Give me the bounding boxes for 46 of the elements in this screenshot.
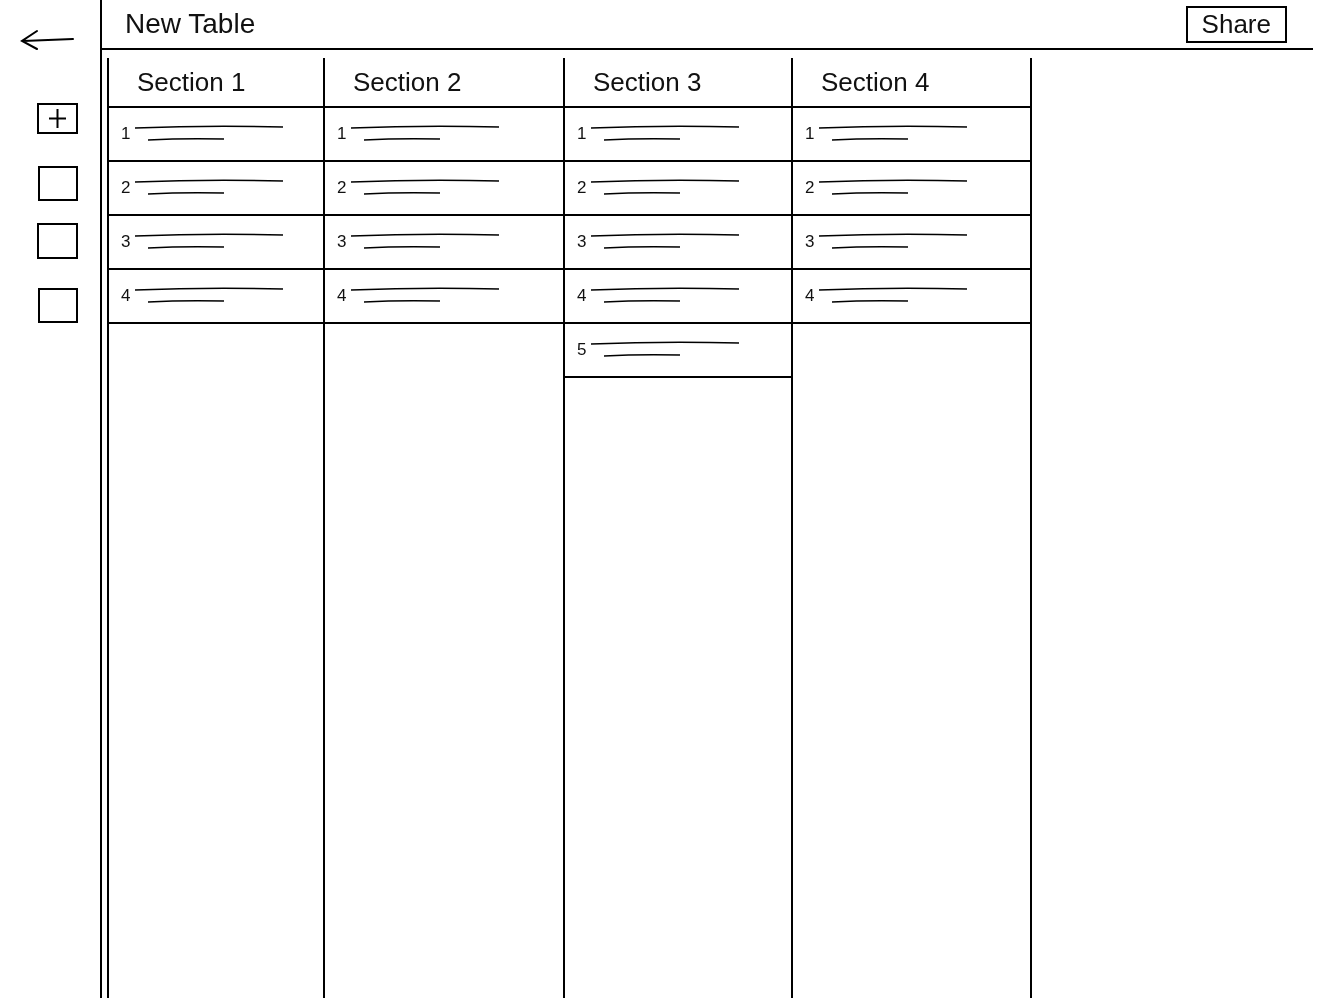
row-number: 5 bbox=[577, 339, 587, 362]
text-lines-icon bbox=[590, 340, 741, 360]
text-lines-icon bbox=[818, 124, 969, 144]
text-lines-icon bbox=[590, 232, 741, 252]
text-lines-icon bbox=[818, 232, 969, 252]
row-number: 2 bbox=[121, 177, 131, 200]
text-lines-icon bbox=[590, 286, 741, 306]
square-icon[interactable] bbox=[38, 288, 78, 323]
share-button[interactable]: Share bbox=[1185, 5, 1287, 43]
text-lines-icon bbox=[134, 232, 285, 252]
column-header: Section 4 bbox=[821, 65, 930, 99]
text-lines-icon bbox=[590, 124, 741, 144]
column-header: Section 3 bbox=[593, 65, 702, 99]
row-number: 4 bbox=[805, 285, 815, 308]
column-header: Section 1 bbox=[137, 65, 246, 99]
text-lines-icon bbox=[818, 286, 969, 306]
back-arrow-icon bbox=[19, 29, 75, 51]
column-header: Section 2 bbox=[353, 65, 462, 99]
text-lines-icon bbox=[350, 124, 501, 144]
text-lines-icon bbox=[818, 178, 969, 198]
row-number: 4 bbox=[121, 285, 131, 308]
row-number: 3 bbox=[805, 231, 815, 254]
square-icon[interactable] bbox=[38, 166, 78, 201]
text-lines-icon bbox=[590, 178, 741, 198]
page-title: New Table bbox=[125, 7, 256, 41]
row-number: 1 bbox=[121, 123, 131, 146]
text-lines-icon bbox=[134, 286, 285, 306]
square-icon[interactable] bbox=[37, 223, 78, 259]
row-number: 1 bbox=[805, 123, 815, 146]
row-number: 3 bbox=[121, 231, 131, 254]
row-number: 2 bbox=[577, 177, 587, 200]
row-number: 4 bbox=[337, 285, 347, 308]
row-number: 4 bbox=[577, 285, 587, 308]
text-lines-icon bbox=[350, 286, 501, 306]
row-number: 1 bbox=[337, 123, 347, 146]
text-lines-icon bbox=[350, 232, 501, 252]
row-number: 1 bbox=[577, 123, 587, 146]
row-number: 2 bbox=[805, 177, 815, 200]
text-lines-icon bbox=[134, 124, 285, 144]
row-number: 3 bbox=[577, 231, 587, 254]
add-box-icon[interactable] bbox=[37, 103, 78, 134]
back-button[interactable] bbox=[18, 28, 76, 52]
row-number: 3 bbox=[337, 231, 347, 254]
text-lines-icon bbox=[134, 178, 285, 198]
row-number: 2 bbox=[337, 177, 347, 200]
text-lines-icon bbox=[350, 178, 501, 198]
